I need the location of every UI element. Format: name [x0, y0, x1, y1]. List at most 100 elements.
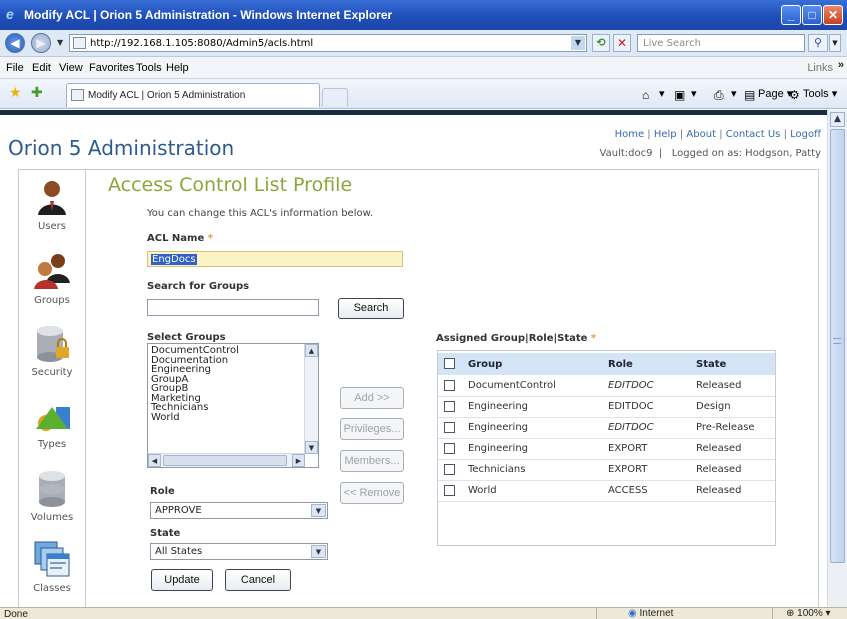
row-checkbox[interactable] [444, 379, 455, 391]
row-checkbox[interactable] [444, 400, 455, 412]
live-search-placeholder: Live Search [643, 38, 701, 49]
scroll-right-icon[interactable]: ▶ [292, 454, 305, 467]
home-button[interactable]: ⌂ ▾ [642, 87, 665, 102]
sidebar-item-security[interactable]: Security [18, 323, 86, 378]
state-select[interactable]: All States ▼ [150, 543, 328, 560]
sidebar-item-users[interactable]: Users [18, 177, 86, 232]
cancel-button[interactable]: Cancel [225, 569, 291, 591]
menu-file[interactable]: File [6, 62, 24, 74]
sidebar-item-classes[interactable]: Classes [18, 539, 86, 594]
sidebar-item-label: Volumes [30, 512, 74, 523]
back-button[interactable]: ◀ [5, 33, 25, 53]
forward-button[interactable]: ▶ [31, 33, 51, 53]
menu-tools[interactable]: Tools [136, 62, 162, 74]
column-header-state[interactable]: State [692, 353, 775, 375]
search-go-button[interactable]: ⚲ [808, 34, 828, 52]
row-checkbox[interactable] [444, 442, 455, 454]
group-cell: DocumentControl [464, 375, 604, 397]
menu-edit[interactable]: Edit [32, 62, 51, 74]
scroll-thumb[interactable] [163, 455, 287, 466]
address-dropdown-icon[interactable]: ▼ [571, 36, 585, 50]
refresh-button[interactable]: ⟲ [592, 34, 610, 52]
scroll-thumb[interactable] [830, 129, 845, 563]
list-item[interactable]: World [151, 412, 239, 423]
feeds-button[interactable]: ▣ ▾ [674, 87, 697, 102]
history-dropdown-icon[interactable]: ▼ [57, 38, 63, 47]
scroll-up-icon[interactable]: ▲ [305, 344, 318, 357]
security-zone[interactable]: ◉ Internet [628, 608, 673, 619]
table-row[interactable]: Engineering EXPORT Released [438, 438, 775, 460]
close-button[interactable]: ✕ [823, 5, 843, 25]
tab-page-icon [71, 89, 84, 101]
minimize-button[interactable]: _ [781, 5, 801, 25]
status-divider [596, 608, 597, 619]
row-checkbox[interactable] [444, 484, 455, 496]
menu-favorites[interactable]: Favorites [89, 62, 134, 74]
scroll-up-icon[interactable]: ▲ [830, 112, 845, 127]
column-header-role[interactable]: Role [604, 353, 692, 375]
feeds-icon: ▣ [674, 88, 686, 102]
search-button[interactable]: Search [338, 298, 404, 319]
maximize-button[interactable]: □ [802, 5, 822, 25]
listbox-vertical-scrollbar[interactable]: ▲ ▼ [304, 344, 318, 454]
table-row[interactable]: World ACCESS Released [438, 480, 775, 502]
ie-logo-icon: e [6, 6, 14, 22]
chevron-down-icon: ▼ [311, 504, 326, 517]
tab-title: Modify ACL | Orion 5 Administration [88, 90, 246, 101]
page-title: Access Control List Profile [108, 174, 353, 196]
help-link[interactable]: Help [654, 129, 677, 140]
scroll-down-icon[interactable]: ▼ [305, 441, 318, 454]
stop-button[interactable]: ✕ [613, 34, 631, 52]
column-header-group[interactable]: Group [464, 353, 604, 375]
privileges-button[interactable]: Privileges... [340, 418, 404, 440]
menu-help[interactable]: Help [166, 62, 189, 74]
links-toolbar[interactable]: Links [807, 62, 833, 74]
add-favorites-icon[interactable]: ✚ [31, 86, 43, 100]
groups-listbox[interactable]: DocumentControl Documentation Engineerin… [147, 343, 319, 468]
live-search-input[interactable]: Live Search [637, 34, 805, 52]
role-cell: ACCESS [604, 480, 692, 502]
update-button[interactable]: Update [151, 569, 213, 591]
table-row[interactable]: Technicians EXPORT Released [438, 459, 775, 481]
add-button[interactable]: Add >> [340, 387, 404, 409]
about-link[interactable]: About [686, 129, 716, 140]
menu-view[interactable]: View [59, 62, 83, 74]
address-input[interactable]: http://192.168.1.105:8080/Admin5/acls.ht… [69, 34, 587, 52]
page-vertical-scrollbar[interactable]: ▲ [827, 110, 847, 607]
contact-us-link[interactable]: Contact Us [726, 129, 781, 140]
table-row[interactable]: Engineering EDITDOC Design [438, 396, 775, 418]
zoom-control[interactable]: ⊕ 100% ▾ [786, 608, 831, 619]
role-select[interactable]: APPROVE ▼ [150, 502, 328, 519]
search-options-dropdown[interactable]: ▼ [829, 34, 841, 52]
sidebar: Users Groups Security Types Volumes Clas… [18, 169, 86, 607]
search-groups-input[interactable] [147, 299, 319, 316]
sidebar-item-types[interactable]: Types [18, 395, 86, 450]
sidebar-item-groups[interactable]: Groups [18, 251, 86, 306]
toolbar-overflow-icon[interactable]: » [838, 59, 844, 71]
tab-bar: ★ ✚ Modify ACL | Orion 5 Administration … [0, 79, 847, 109]
table-header-row: Group Role State [438, 353, 775, 375]
remove-button[interactable]: << Remove [340, 482, 404, 504]
row-check-cell [438, 459, 464, 481]
home-link[interactable]: Home [615, 129, 645, 140]
table-row[interactable]: Engineering EDITDOC Pre-Release [438, 417, 775, 439]
acl-name-input[interactable]: EngDocs [147, 251, 403, 267]
logoff-link[interactable]: Logoff [790, 129, 821, 140]
select-all-checkbox[interactable] [444, 358, 455, 370]
new-tab-button[interactable] [322, 88, 348, 106]
favorites-star-icon[interactable]: ★ [9, 86, 22, 100]
row-checkbox[interactable] [444, 421, 455, 433]
row-checkbox[interactable] [444, 463, 455, 475]
listbox-horizontal-scrollbar[interactable]: ◀ ▶ [148, 453, 305, 467]
sidebar-item-volumes[interactable]: Volumes [18, 468, 86, 523]
scroll-left-icon[interactable]: ◀ [148, 454, 161, 467]
state-cell: Released [692, 375, 775, 397]
page-menu[interactable]: ▤ Page ▾ [744, 87, 792, 102]
members-button[interactable]: Members... [340, 450, 404, 472]
table-row[interactable]: DocumentControl EDITDOC Released [438, 375, 775, 397]
print-button[interactable]: ⎙ ▾ [714, 87, 737, 102]
search-groups-label: Search for Groups [147, 281, 250, 292]
assigned-label-text: Assigned Group|Role|State [436, 333, 588, 344]
browser-tab-active[interactable]: Modify ACL | Orion 5 Administration [66, 83, 320, 107]
tools-menu[interactable]: ⚙ Tools ▾ [789, 87, 837, 102]
